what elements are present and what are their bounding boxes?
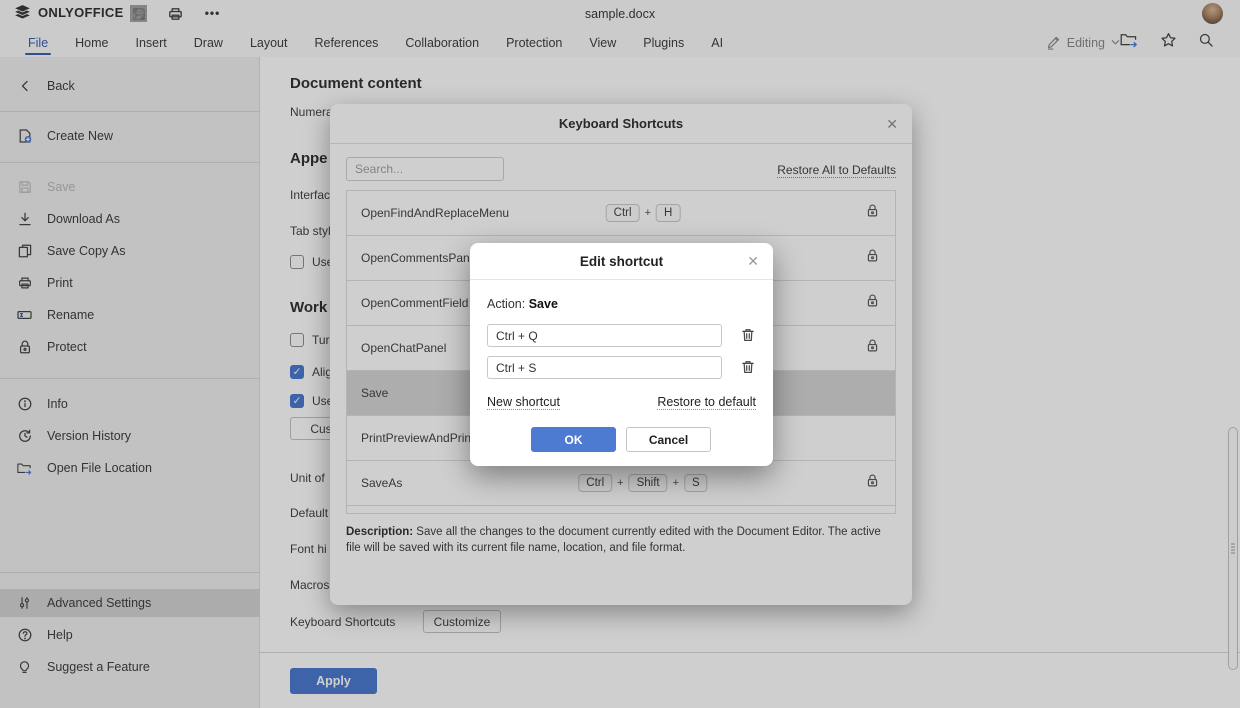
shortcut-input-2[interactable] bbox=[487, 356, 722, 379]
dialog-links: New shortcut Restore to default bbox=[487, 395, 756, 410]
restore-to-default-link[interactable]: Restore to default bbox=[657, 395, 756, 410]
delete-shortcut-2-button[interactable] bbox=[740, 359, 757, 376]
edit-shortcut-dialog: Edit shortcut ✕ Action: Save New shortcu… bbox=[470, 243, 773, 466]
new-shortcut-link[interactable]: New shortcut bbox=[487, 395, 560, 410]
shortcut-input-1[interactable] bbox=[487, 324, 722, 347]
ok-button[interactable]: OK bbox=[531, 427, 616, 452]
dialog-header: Edit shortcut ✕ bbox=[470, 243, 773, 280]
cancel-button[interactable]: Cancel bbox=[626, 427, 711, 452]
close-icon[interactable]: ✕ bbox=[747, 243, 759, 280]
dialog-title: Edit shortcut bbox=[470, 243, 773, 280]
delete-shortcut-1-button[interactable] bbox=[740, 327, 757, 344]
action-line: Action: Save bbox=[487, 297, 558, 311]
